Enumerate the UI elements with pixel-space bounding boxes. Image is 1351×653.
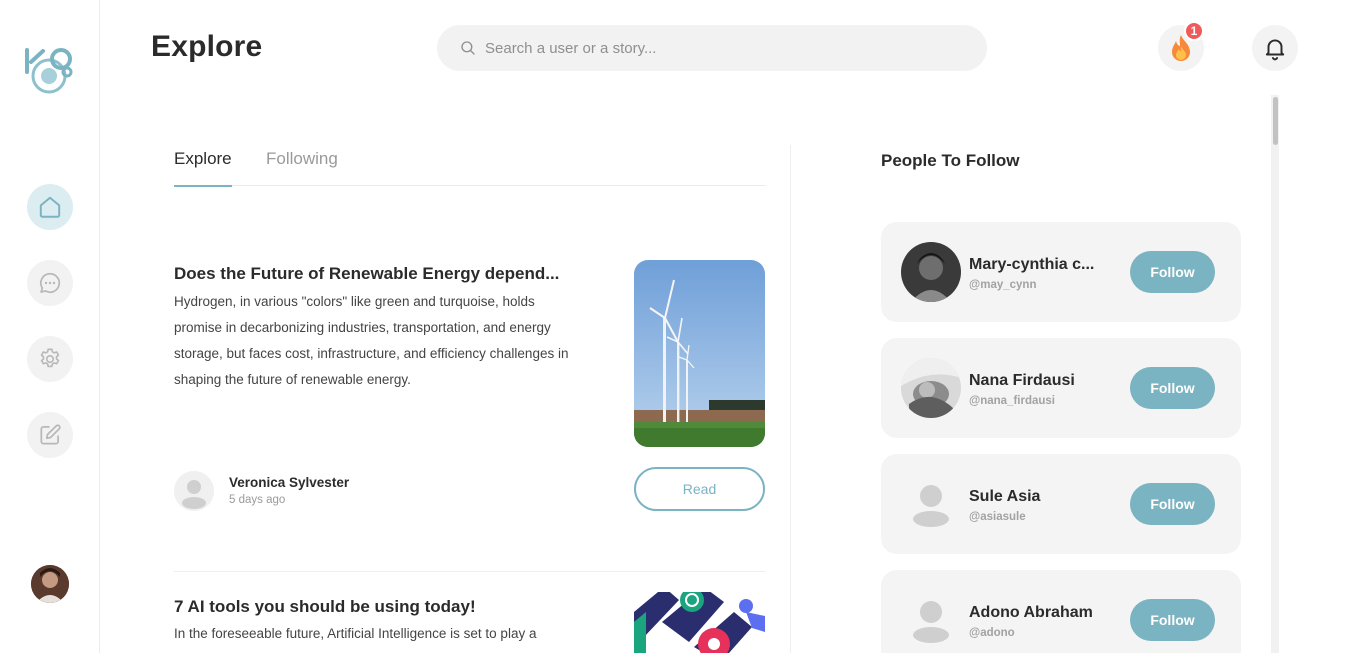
notification-badge: 1 [1184,21,1204,41]
read-button[interactable]: Read [634,467,765,511]
person-name[interactable]: Sule Asia [969,488,1040,506]
sidebar [0,0,100,653]
edit-icon [40,424,61,445]
sidebar-item-settings[interactable] [27,336,73,382]
follow-button[interactable]: Follow [1130,599,1215,641]
scrollbar-thumb[interactable] [1273,97,1278,145]
search-input[interactable] [485,39,945,57]
person-card: Adono Abraham @adono Follow [881,570,1241,653]
tab-explore[interactable]: Explore [174,149,232,187]
search-icon [461,41,475,55]
home-icon [39,196,61,218]
article-description: In the foreseeable future, Artificial In… [174,626,537,641]
article-divider [174,571,766,572]
article-time: 5 days ago [229,494,286,506]
bell-icon [1265,39,1285,61]
person-avatar[interactable] [901,242,961,302]
article-thumbnail[interactable] [634,260,765,447]
person-handle: @asiasule [969,511,1026,523]
column-divider [790,145,791,653]
author-name[interactable]: Veronica Sylvester [229,475,349,490]
author-avatar[interactable] [174,471,214,511]
article-thumbnail[interactable] [634,592,765,653]
user-avatar[interactable] [31,565,69,603]
person-name[interactable]: Mary-cynthia c... [969,256,1094,274]
app-root: Explore 1 Explore Following Does the Fut… [0,0,1351,653]
article-title[interactable]: 7 AI tools you should be using today! [174,597,476,617]
person-card: Mary-cynthia c... @may_cynn Follow [881,222,1241,322]
person-name[interactable]: Adono Abraham [969,604,1093,622]
person-card: Sule Asia @asiasule Follow [881,454,1241,554]
article-description: Hydrogen, in various "colors" like green… [174,294,569,387]
people-to-follow-title: People To Follow [881,151,1020,170]
scrollbar-track[interactable] [1271,95,1279,653]
sidebar-item-home[interactable] [27,184,73,230]
app-logo[interactable] [24,42,78,98]
person-handle: @adono [969,627,1015,639]
search-bar[interactable] [437,25,987,71]
follow-button[interactable]: Follow [1130,251,1215,293]
person-avatar[interactable] [901,474,961,534]
person-handle: @may_cynn [969,279,1037,291]
sidebar-item-messages[interactable] [27,260,73,306]
follow-button[interactable]: Follow [1130,367,1215,409]
person-handle: @nana_firdausi [969,395,1055,407]
sidebar-item-write[interactable] [27,412,73,458]
person-card: Nana Firdausi @nana_firdausi Follow [881,338,1241,438]
tab-following[interactable]: Following [266,149,338,185]
feed-tabs: Explore Following [174,149,766,187]
person-avatar[interactable] [901,590,961,650]
person-avatar[interactable] [901,358,961,418]
person-name[interactable]: Nana Firdausi [969,372,1075,390]
article-title[interactable]: Does the Future of Renewable Energy depe… [174,264,559,284]
gear-icon [40,348,60,368]
follow-button[interactable]: Follow [1130,483,1215,525]
page-title: Explore [151,30,263,63]
notifications-button[interactable] [1252,25,1298,71]
chat-icon [39,272,61,294]
